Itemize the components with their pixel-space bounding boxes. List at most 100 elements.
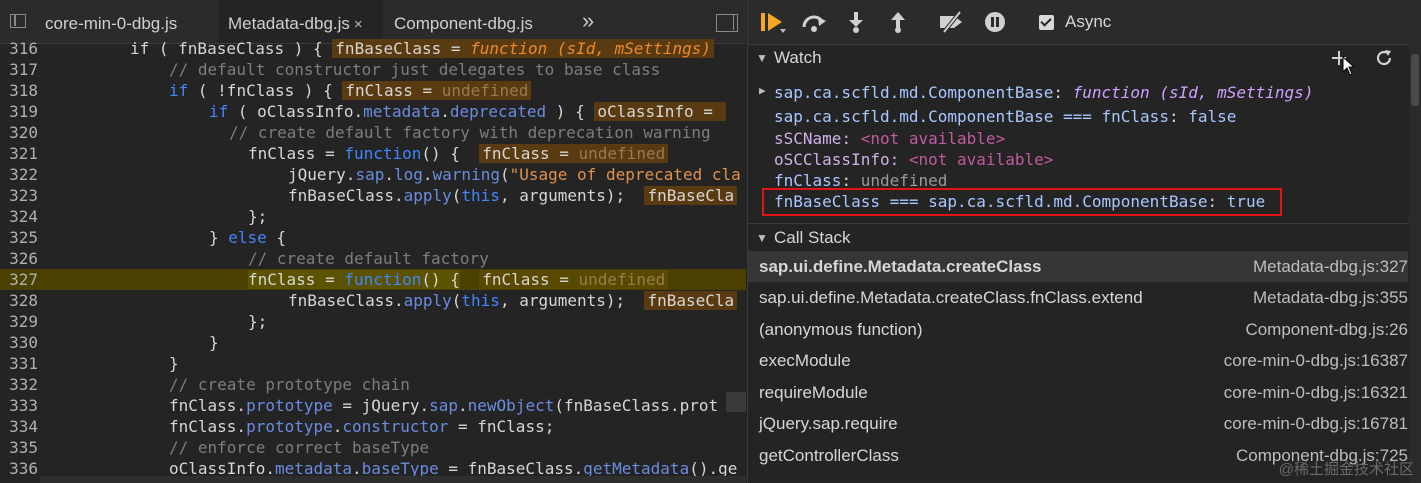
- code-text: fnClass.prototype = jQuery.sap.newObject…: [169, 396, 719, 415]
- collapse-triangle-icon[interactable]: ▼: [756, 224, 768, 252]
- debugger-toolbar: Async: [748, 0, 1421, 45]
- call-frame[interactable]: jQuery.sap.require core-min-0-dbg.js:1678…: [748, 408, 1408, 439]
- tab-label: core-min-0-dbg.js: [45, 14, 178, 33]
- async-label: Async: [1065, 12, 1112, 31]
- code-text: fnClass.prototype.constructor = fnClass;: [169, 417, 555, 436]
- line-number: 324: [9, 207, 38, 226]
- more-tabs-icon[interactable]: »: [582, 8, 594, 34]
- inline-value: fnClass = undefined: [479, 270, 669, 289]
- line-number: 331: [9, 354, 38, 373]
- tab-component-dbg[interactable]: Component-dbg.js: [394, 0, 533, 43]
- watch-item[interactable]: sap.ca.scfld.md.ComponentBase: function …: [774, 82, 1313, 104]
- code-line: 318 if ( !fnClass ) { fnClass = undefined: [0, 80, 746, 101]
- line-number: 332: [9, 375, 38, 394]
- code-text: fnClass = function() { fnClass = undefin…: [248, 269, 669, 290]
- watch-item[interactable]: sap.ca.scfld.md.ComponentBase === fnClas…: [774, 106, 1236, 128]
- code-text: };: [248, 312, 268, 331]
- code-comment: // create default factory with deprecati…: [229, 123, 711, 142]
- code-text: if ( !fnClass ) { fnClass = undefined: [169, 80, 532, 101]
- code-text: } else {: [209, 228, 287, 247]
- line-number: 319: [9, 102, 38, 121]
- code-line: 325 } else {: [0, 227, 746, 248]
- code-line: 333 fnClass.prototype = jQuery.sap.newObj…: [0, 395, 746, 416]
- code-view[interactable]: 316 if ( fnBaseClass ) { fnBaseClass = fu…: [0, 38, 746, 483]
- code-line: 335 // enforce correct baseType: [0, 437, 746, 458]
- scrollbar-thumb[interactable]: [1411, 54, 1419, 106]
- code-text: fnClass = function() { fnClass = undefin…: [248, 143, 669, 164]
- close-tab-icon[interactable]: ×: [354, 16, 363, 33]
- call-stack-section-header[interactable]: ▼ Call Stack: [748, 223, 1421, 252]
- vertical-scrollbar[interactable]: [1409, 44, 1421, 483]
- line-number: 327: [9, 270, 38, 289]
- code-text: fnBaseClass.apply(this, arguments); fnBa…: [288, 185, 738, 206]
- watch-section-header[interactable]: ▼ Watch: [748, 44, 1421, 72]
- toggle-navigator-icon[interactable]: [10, 14, 26, 28]
- code-text: fnBaseClass.apply(this, arguments); fnBa…: [288, 290, 738, 311]
- watch-title: Watch: [774, 48, 822, 67]
- collapse-triangle-icon[interactable]: ▼: [756, 44, 768, 72]
- code-comment: // create prototype chain: [169, 375, 410, 394]
- code-line: 334 fnClass.prototype.constructor = fnCla…: [0, 416, 746, 437]
- line-number: 330: [9, 333, 38, 352]
- call-frame[interactable]: sap.ui.define.Metadata.createClass Metada…: [748, 251, 1408, 282]
- code-comment: // create default factory: [248, 249, 489, 268]
- code-text: jQuery.sap.log.warning("Usage of depreca…: [288, 165, 741, 184]
- source-editor-pane: core-min-0-dbg.js Metadata-dbg.js × Compo…: [0, 0, 746, 483]
- code-comment: // default constructor just delegates to…: [169, 60, 661, 79]
- step-over-icon[interactable]: [801, 11, 827, 33]
- line-number: 321: [9, 144, 38, 163]
- step-out-icon[interactable]: [888, 11, 908, 33]
- code-line: 330}: [0, 332, 746, 353]
- code-line: 316 if ( fnBaseClass ) { fnBaseClass = fu…: [0, 38, 746, 59]
- step-into-icon[interactable]: [846, 11, 866, 33]
- deactivate-breakpoints-icon[interactable]: [938, 11, 966, 33]
- tab-label: Metadata-dbg.js: [228, 14, 350, 33]
- inline-value: fnBaseClass = function (sId, mSettings): [332, 39, 714, 58]
- line-number: 326: [9, 249, 38, 268]
- code-line: 329};: [0, 311, 746, 332]
- code-text: }: [209, 333, 219, 352]
- code-line: 322 jQuery.sap.log.warning("Usage of depr…: [0, 164, 746, 185]
- inline-value: fnBaseCla: [644, 291, 738, 310]
- code-line: 321 fnClass = function() { fnClass = unde…: [0, 143, 746, 164]
- toggle-debugger-icon[interactable]: [716, 14, 738, 32]
- code-line: 317 // default constructor just delegates…: [0, 59, 746, 80]
- call-frame[interactable]: requireModule core-min-0-dbg.js:16321: [748, 377, 1408, 408]
- tab-label: Component-dbg.js: [394, 14, 533, 33]
- code-line: 332 // create prototype chain: [0, 374, 746, 395]
- line-number: 322: [9, 165, 38, 184]
- line-number: 333: [9, 396, 38, 415]
- line-number: 328: [9, 291, 38, 310]
- code-text: if ( oClassInfo.metadata.deprecated ) { …: [209, 101, 726, 122]
- line-number: 325: [9, 228, 38, 247]
- line-number: 334: [9, 417, 38, 436]
- watch-item[interactable]: sSCName: <not available>: [774, 128, 1005, 150]
- code-line: 331}: [0, 353, 746, 374]
- debugger-sidebar: Async ▼ Watch ▶ sap.ca.scfld.md.Componen…: [747, 0, 1421, 483]
- async-checkbox[interactable]: [1039, 15, 1054, 30]
- horizontal-scrollbar[interactable]: [40, 476, 746, 483]
- paused-code-line: 327 fnClass = function() { fnClass = unde…: [0, 269, 746, 290]
- line-number: 336: [9, 459, 38, 478]
- tab-metadata-dbg[interactable]: Metadata-dbg.js ×: [218, 0, 383, 43]
- resume-icon[interactable]: [760, 11, 786, 33]
- line-number: 323: [9, 186, 38, 205]
- pause-on-exceptions-icon[interactable]: [983, 11, 1007, 33]
- line-number: 329: [9, 312, 38, 331]
- call-frame[interactable]: (anonymous function) Component-dbg.js:26: [748, 314, 1408, 345]
- line-number: 320: [9, 123, 38, 142]
- tab-core-min-0-dbg[interactable]: core-min-0-dbg.js: [45, 0, 177, 43]
- expand-triangle-icon[interactable]: ▶: [759, 84, 766, 97]
- refresh-icon[interactable]: [1375, 49, 1393, 67]
- call-frame[interactable]: sap.ui.define.Metadata.createClass.fnCla…: [748, 282, 1408, 313]
- inline-value: fnClass = undefined: [479, 144, 669, 163]
- call-stack-title: Call Stack: [774, 228, 851, 247]
- code-line: 320 // create default factory with deprec…: [0, 122, 746, 143]
- line-number: 318: [9, 81, 38, 100]
- inline-value: oClassInfo =: [594, 102, 726, 121]
- code-comment: // enforce correct baseType: [169, 438, 430, 457]
- code-line: 324};: [0, 206, 746, 227]
- watch-item[interactable]: oSCClassInfo: <not available>: [774, 149, 1053, 171]
- call-frame[interactable]: execModule core-min-0-dbg.js:16387: [748, 345, 1408, 376]
- mouse-cursor-icon: [1342, 56, 1356, 76]
